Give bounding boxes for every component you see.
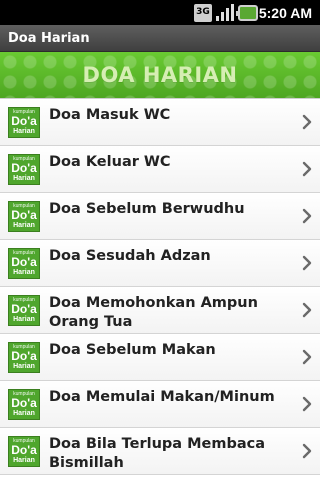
status-icons: 3G [194, 3, 258, 22]
chevron-right-icon [302, 396, 312, 412]
list-item-label: Doa Sebelum Berwudhu [49, 201, 245, 217]
doa-harian-logo-icon: kumpulan Do'a Harian [8, 436, 40, 467]
chevron-right-icon [302, 302, 312, 318]
list-item-label: Doa Memulai Makan/Minum [49, 389, 275, 405]
chevron-right-icon [302, 349, 312, 365]
list-item[interactable]: kumpulan Do'a Harian Doa Sebelum Makan [0, 334, 320, 381]
list-item-label: Doa Sebelum Makan [49, 342, 216, 358]
doa-harian-logo-icon: kumpulan Do'a Harian [8, 107, 40, 138]
list-item[interactable]: kumpulan Do'a Harian Doa Keluar WC [0, 146, 320, 193]
doa-harian-logo-icon: kumpulan Do'a Harian [8, 201, 40, 232]
status-time: 5:20 AM [258, 5, 312, 21]
list-item-label: Doa Keluar WC [49, 154, 171, 170]
list-item-label: Doa Bila Terlupa Membaca Bismillah [49, 436, 266, 471]
network-3g-icon: 3G [194, 3, 212, 22]
list-item[interactable]: kumpulan Do'a Harian Doa Sebelum Berwudhu [0, 193, 320, 240]
doa-harian-logo-icon: kumpulan Do'a Harian [8, 342, 40, 373]
doa-harian-logo-icon: kumpulan Do'a Harian [8, 248, 40, 279]
app-title-bar: Doa Harian [0, 25, 320, 52]
signal-strength-icon [215, 3, 235, 22]
list-item[interactable]: kumpulan Do'a Harian Doa Memulai Makan/Min… [0, 381, 320, 428]
list-item-label: Doa Memohonkan Ampun Orang Tua [49, 295, 258, 330]
chevron-right-icon [302, 443, 312, 459]
header-banner: DOA HARIAN [0, 52, 320, 98]
chevron-right-icon [302, 208, 312, 224]
chevron-right-icon [302, 161, 312, 177]
list-item-label: Doa Sesudah Adzan [49, 248, 211, 264]
doa-harian-logo-icon: kumpulan Do'a Harian [8, 154, 40, 185]
doa-harian-logo-icon: kumpulan Do'a Harian [8, 389, 40, 420]
list-item-label: Doa Masuk WC [49, 107, 171, 123]
doa-harian-logo-icon: kumpulan Do'a Harian [8, 295, 40, 326]
status-bar: 3G 5:20 AM [0, 0, 320, 25]
banner-title: DOA HARIAN [82, 63, 238, 87]
battery-icon [236, 4, 258, 21]
chevron-right-icon [302, 255, 312, 271]
chevron-right-icon [302, 114, 312, 130]
list-item[interactable]: kumpulan Do'a Harian Doa Sesudah Adzan [0, 240, 320, 287]
list-item[interactable]: kumpulan Do'a Harian Doa Memohonkan Ampun … [0, 287, 320, 334]
list-item[interactable]: kumpulan Do'a Harian Doa Bila Terlupa Memb… [0, 428, 320, 475]
list-item[interactable]: kumpulan Do'a Harian Doa Masuk WC [0, 99, 320, 146]
prayer-list: kumpulan Do'a Harian Doa Masuk WC kumpulan… [0, 98, 320, 475]
